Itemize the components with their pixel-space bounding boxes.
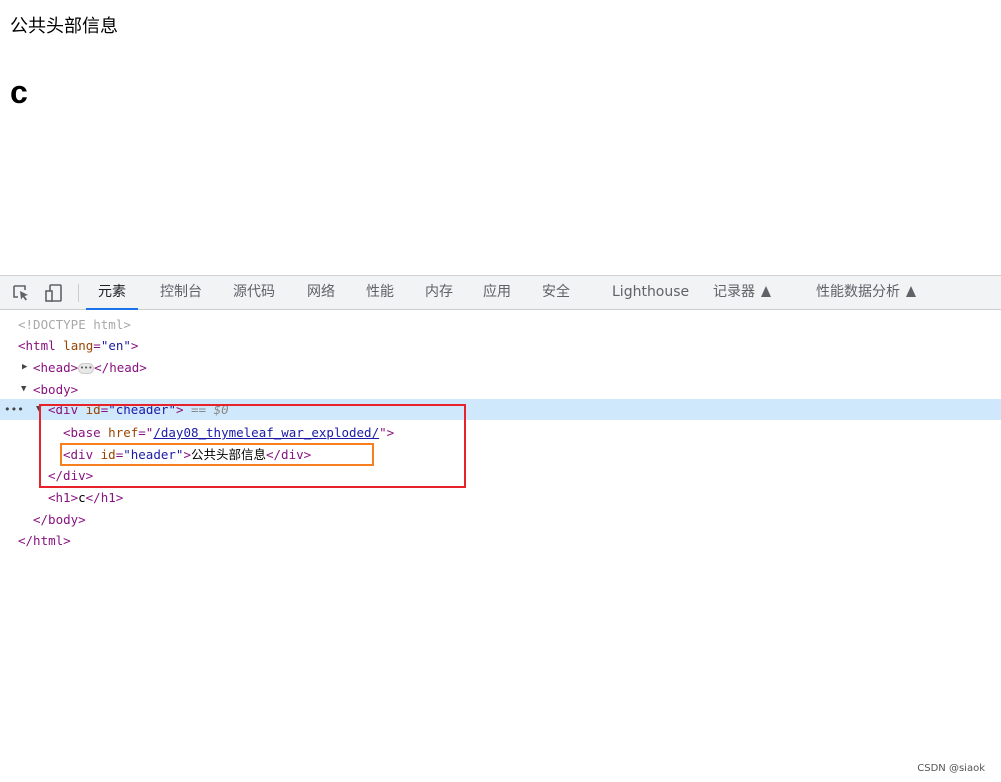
tab-security[interactable]: 安全 xyxy=(540,276,572,310)
tag: </body> xyxy=(33,512,86,527)
dom-body-open[interactable]: ▼ <body> xyxy=(0,379,1001,400)
tab-label: 源代码 xyxy=(233,284,275,300)
tab-label: 网络 xyxy=(307,284,335,300)
tag: <html xyxy=(18,338,56,353)
tab-label: 元素 xyxy=(98,284,126,300)
flask-icon xyxy=(906,286,916,297)
more-options-icon[interactable]: ••• xyxy=(4,399,24,420)
orange-highlight-box xyxy=(60,443,374,466)
tag: <head> xyxy=(33,360,79,375)
flask-icon xyxy=(761,286,771,297)
text-node: c xyxy=(78,490,86,505)
attr-value: "en" xyxy=(100,338,131,353)
inspect-element-icon[interactable] xyxy=(11,283,31,303)
tab-label: 记录器 xyxy=(713,284,755,300)
tab-performance[interactable]: 性能 xyxy=(364,276,396,310)
dom-head[interactable]: ▶ <head> ••• </head> xyxy=(0,357,1001,378)
tab-elements[interactable]: 元素 xyxy=(86,276,138,310)
tag: </html> xyxy=(18,533,71,548)
tab-label: 性能 xyxy=(366,284,394,300)
tab-label: 应用 xyxy=(483,284,511,300)
doctype-text: <!DOCTYPE html> xyxy=(18,317,131,332)
dom-body-close[interactable]: </body> xyxy=(0,509,1001,530)
tab-memory[interactable]: 内存 xyxy=(423,276,455,310)
tab-console[interactable]: 控制台 xyxy=(158,276,204,310)
tag: <body> xyxy=(33,382,79,397)
tab-performance-insights[interactable]: 性能数据分析 xyxy=(814,276,918,310)
device-toggle-icon[interactable] xyxy=(44,283,64,303)
watermark: CSDN @siaok xyxy=(917,763,985,774)
tab-label: 控制台 xyxy=(160,284,202,300)
dom-html-close[interactable]: </html> xyxy=(0,530,1001,551)
tab-network[interactable]: 网络 xyxy=(305,276,337,310)
tab-label: 性能数据分析 xyxy=(816,284,900,300)
dom-doctype[interactable]: <!DOCTYPE html> xyxy=(0,314,1001,335)
tab-sources[interactable]: 源代码 xyxy=(231,276,277,310)
toolbar-divider xyxy=(78,284,79,302)
attr-name: lang xyxy=(63,338,94,353)
tab-recorder[interactable]: 记录器 xyxy=(711,276,773,310)
ellipsis-icon[interactable]: ••• xyxy=(78,363,95,374)
devtools-toolbar: 元素 控制台 源代码 网络 性能 内存 应用 安全 Lighthouse 记录器… xyxy=(0,275,1001,310)
tab-lighthouse[interactable]: Lighthouse xyxy=(610,276,691,310)
tab-label: 内存 xyxy=(425,284,453,300)
tag: <h1> xyxy=(48,490,79,505)
tab-label: Lighthouse xyxy=(612,284,690,300)
dom-h1[interactable]: <h1>c</h1> xyxy=(0,487,1001,508)
collapse-triangle-icon[interactable]: ▼ xyxy=(21,379,26,400)
page-header-text: 公共头部信息 xyxy=(10,16,118,37)
page-h1: c xyxy=(10,74,28,110)
tab-application[interactable]: 应用 xyxy=(481,276,513,310)
tag: </h1> xyxy=(85,490,124,505)
dom-html-open[interactable]: <html lang="en"> xyxy=(0,335,1001,356)
tab-label: 安全 xyxy=(542,284,570,300)
tag: </head> xyxy=(94,360,147,375)
expand-triangle-icon[interactable]: ▶ xyxy=(22,357,27,378)
